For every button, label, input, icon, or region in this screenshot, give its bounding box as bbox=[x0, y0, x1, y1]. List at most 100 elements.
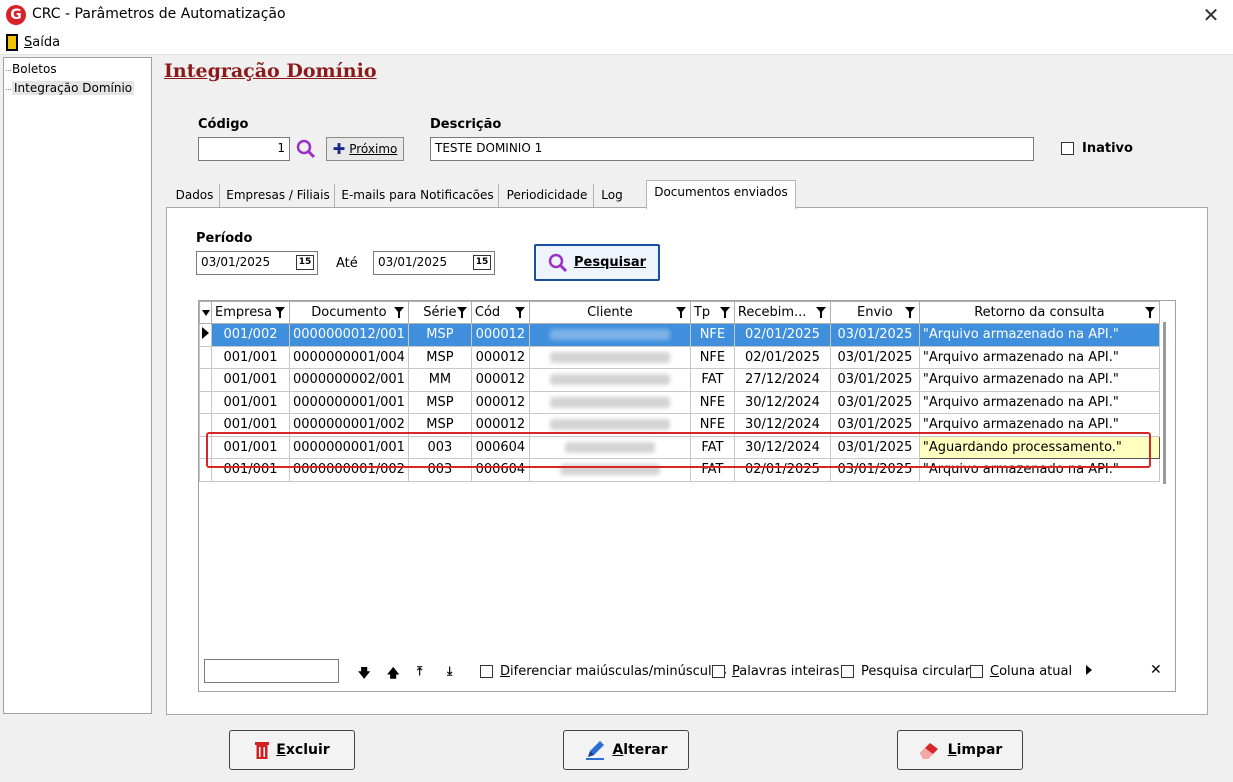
tree-item-integracao-dominio[interactable]: Integração Domínio bbox=[5, 81, 135, 95]
table-row[interactable]: 001/001 0000000001/004 MSP 000012 NFE 02… bbox=[199, 345, 1160, 369]
col-empresa-header[interactable]: Empresa bbox=[211, 301, 290, 324]
filter-icon[interactable] bbox=[904, 307, 915, 318]
cell-empresa: 001/001 bbox=[211, 390, 290, 414]
palavras-rest: alavras inteiras bbox=[739, 664, 840, 679]
arrow-down-icon[interactable]: 🡇 bbox=[358, 664, 370, 685]
table-header-row: Empresa Documento Série Cód Cliente Tp R… bbox=[199, 301, 1160, 324]
table-row[interactable]: 001/001 0000000002/001 MM 000012 FAT 27/… bbox=[199, 368, 1160, 392]
grid-search-input[interactable] bbox=[204, 659, 339, 683]
cell-recebimento: 30/12/2024 bbox=[733, 413, 831, 437]
alterar-label: Alterar bbox=[612, 742, 667, 758]
menu-item-exit[interactable]: Saída bbox=[24, 35, 60, 50]
limpar-button[interactable]: Limpar bbox=[897, 730, 1023, 770]
col-recebimento-label: Recebim... bbox=[737, 305, 807, 320]
cell-documento: 0000000001/002 bbox=[289, 458, 409, 482]
search-icon[interactable] bbox=[296, 139, 316, 159]
tab-periodicidade[interactable]: Periodicidade bbox=[501, 184, 594, 208]
page-title: Integração Domínio bbox=[164, 60, 377, 82]
cell-tp: FAT bbox=[689, 435, 735, 459]
cell-retorno: "Arquivo armazenado na API." bbox=[918, 345, 1160, 369]
cell-recebimento: 27/12/2024 bbox=[733, 368, 831, 392]
table-row[interactable]: 001/002 0000000012/001 MSP 000012 NFE 02… bbox=[199, 323, 1160, 347]
filter-icon[interactable] bbox=[675, 307, 686, 318]
cell-tp: FAT bbox=[689, 368, 735, 392]
col-documento-header[interactable]: Documento bbox=[289, 301, 409, 324]
col-tp-header[interactable]: Tp bbox=[689, 301, 735, 324]
row-indicator-header[interactable] bbox=[199, 301, 212, 324]
cell-envio: 03/01/2025 bbox=[829, 458, 920, 482]
cell-serie: MSP bbox=[407, 390, 472, 414]
descricao-input[interactable]: TESTE DOMINIO 1 bbox=[430, 137, 1034, 161]
col-retorno-header[interactable]: Retorno da consulta bbox=[918, 301, 1160, 324]
close-window-button[interactable]: ✕ bbox=[1199, 2, 1223, 28]
navigation-tree: Boletos Integração Domínio bbox=[3, 57, 152, 714]
alterar-button[interactable]: Alterar bbox=[563, 730, 689, 770]
filter-icon[interactable] bbox=[815, 307, 826, 318]
proximo-button[interactable]: ✚ Próximo bbox=[326, 137, 404, 161]
col-retorno-label: Retorno da consulta bbox=[974, 305, 1105, 320]
cell-documento: 0000000001/004 bbox=[289, 345, 409, 369]
inativo-checkbox[interactable] bbox=[1061, 142, 1074, 155]
diferenciar-mnemonic: D bbox=[500, 664, 511, 679]
cell-cod: 000012 bbox=[470, 390, 530, 414]
tab-log[interactable]: Log bbox=[596, 184, 628, 208]
cell-envio: 03/01/2025 bbox=[829, 390, 920, 414]
cell-retorno: "Arquivo armazenado na API." bbox=[918, 323, 1160, 347]
excluir-button[interactable]: Excluir bbox=[229, 730, 355, 770]
col-cliente-header[interactable]: Cliente bbox=[528, 301, 691, 324]
close-search-button[interactable]: ✕ bbox=[1150, 662, 1162, 678]
more-options-arrow-icon[interactable] bbox=[1086, 665, 1092, 675]
row-indicator bbox=[199, 368, 212, 392]
tab-empresas-filiais[interactable]: Empresas / Filiais bbox=[222, 184, 335, 208]
calendar-from-icon[interactable]: 15 bbox=[296, 255, 314, 270]
filter-icon[interactable] bbox=[456, 307, 467, 318]
tab-emails-notificacoes[interactable]: E-mails para Notificacões bbox=[337, 184, 499, 208]
cell-cliente-redacted bbox=[528, 435, 691, 459]
arrow-up-icon[interactable]: 🡅 bbox=[387, 664, 399, 685]
cell-retorno: "Arquivo armazenado na API." bbox=[918, 413, 1160, 437]
tab-dados[interactable]: Dados bbox=[170, 184, 220, 208]
circular-checkbox[interactable] bbox=[841, 665, 854, 678]
tree-item-boletos[interactable]: Boletos bbox=[6, 62, 57, 76]
inativo-label: Inativo bbox=[1082, 141, 1133, 156]
filter-icon[interactable] bbox=[719, 307, 730, 318]
filter-icon[interactable] bbox=[275, 307, 285, 318]
pesquisar-button[interactable]: Pesquisar bbox=[534, 244, 660, 281]
row-indicator bbox=[199, 390, 212, 414]
cell-recebimento: 02/01/2025 bbox=[733, 323, 831, 347]
arrow-first-icon[interactable]: ⤒ bbox=[417, 664, 422, 679]
exit-label-rest: aída bbox=[32, 35, 61, 50]
diferenciar-rest: iferenciar maiúsculas/minúsculas bbox=[510, 664, 727, 679]
documents-table: Empresa Documento Série Cód Cliente Tp R… bbox=[199, 301, 1160, 482]
grid-vertical-scrollbar[interactable] bbox=[1163, 322, 1166, 484]
exit-door-icon bbox=[6, 34, 18, 51]
row-pointer-icon bbox=[199, 323, 212, 347]
col-serie-header[interactable]: Série bbox=[407, 301, 472, 324]
excluir-label: Excluir bbox=[276, 742, 329, 758]
cell-serie: 003 bbox=[407, 435, 472, 459]
col-recebimento-header[interactable]: Recebim... bbox=[733, 301, 831, 324]
table-row[interactable]: 001/001 0000000001/001 003 000604 FAT 30… bbox=[199, 435, 1160, 459]
tab-documentos-enviados[interactable]: Documentos enviados bbox=[646, 180, 796, 209]
cell-retorno: "Arquivo armazenado na API." bbox=[918, 390, 1160, 414]
cell-cliente-redacted bbox=[528, 323, 691, 347]
row-indicator bbox=[199, 413, 212, 437]
filter-icon[interactable] bbox=[514, 307, 525, 318]
cell-empresa: 001/001 bbox=[211, 458, 290, 482]
arrow-last-icon[interactable]: ⤓ bbox=[447, 664, 452, 679]
palavras-checkbox[interactable] bbox=[712, 665, 725, 678]
codigo-input[interactable]: 1 bbox=[198, 137, 290, 161]
cell-envio: 03/01/2025 bbox=[829, 323, 920, 347]
diferenciar-checkbox[interactable] bbox=[480, 665, 493, 678]
cell-empresa: 001/001 bbox=[211, 413, 290, 437]
calendar-to-icon[interactable]: 15 bbox=[473, 255, 491, 270]
table-row[interactable]: 001/001 0000000001/002 MSP 000012 NFE 30… bbox=[199, 413, 1160, 437]
menu-bar bbox=[0, 31, 1233, 55]
table-row[interactable]: 001/001 0000000001/001 MSP 000012 NFE 30… bbox=[199, 390, 1160, 414]
table-row[interactable]: 001/001 0000000001/002 003 000604 FAT 02… bbox=[199, 458, 1160, 482]
filter-icon[interactable] bbox=[393, 307, 404, 318]
col-cod-header[interactable]: Cód bbox=[470, 301, 530, 324]
col-envio-header[interactable]: Envio bbox=[829, 301, 920, 324]
filter-icon[interactable] bbox=[1144, 307, 1155, 318]
coluna-checkbox[interactable] bbox=[970, 665, 983, 678]
